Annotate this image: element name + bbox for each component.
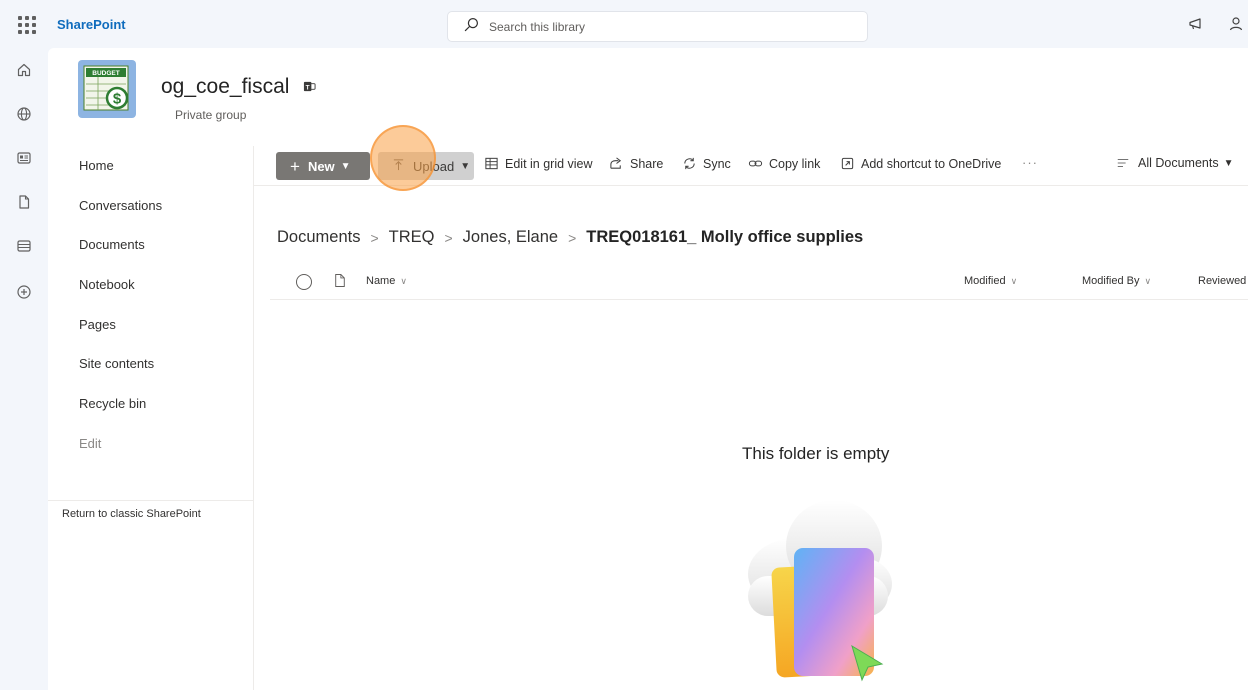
add-icon[interactable] [14,282,34,302]
search-input[interactable] [489,19,849,34]
chevron-right-icon: > [444,229,453,246]
chevron-down-icon: ▼ [460,160,471,172]
select-all-checkbox[interactable] [296,274,312,290]
list-icon[interactable] [14,236,34,256]
edit-grid-view-button[interactable]: Edit in grid view [484,156,593,171]
edit-grid-label: Edit in grid view [505,156,593,171]
svg-text:T: T [306,85,310,92]
share-icon [610,157,622,169]
search-icon [464,17,479,37]
chevron-down-icon: ∨ [400,276,407,286]
share-label: Share [630,156,664,171]
view-label: All Documents [1138,156,1219,170]
sync-label: Sync [703,156,731,171]
breadcrumb-treq[interactable]: TREQ [389,228,435,247]
sharepoint-brand[interactable]: SharePoint [57,17,126,32]
chevron-down-icon: ∨ [1010,276,1018,286]
column-modified-by-label: Modified By [1082,275,1140,287]
nav-home[interactable]: Home [79,158,114,173]
breadcrumb-current-folder: TREQ018161_ Molly office supplies [586,228,864,246]
more-options-icon[interactable]: ··· [1022,155,1038,170]
nav-recycle-bin[interactable]: Recycle bin [79,396,146,411]
column-modified[interactable]: Modified ∨ [964,275,1017,287]
return-to-classic-link[interactable]: Return to classic SharePoint [62,508,201,520]
grid-icon [485,157,498,170]
sync-button[interactable]: Sync [682,156,731,171]
site-logo[interactable]: BUDGET $ [78,60,136,118]
share-button[interactable]: Share [609,156,663,171]
nav-documents[interactable]: Documents [79,237,145,252]
left-navigation: Home Conversations Documents Notebook Pa… [48,146,254,690]
nav-conversations[interactable]: Conversations [79,198,162,213]
site-title[interactable]: og_coe_fiscal T [161,75,316,99]
copy-link-button[interactable]: Copy link [748,156,820,171]
chevron-down-icon: ▼ [1223,157,1234,169]
chevron-down-icon: ∨ [1144,276,1152,286]
new-button[interactable]: + New ▼ [276,152,370,180]
sync-icon [684,157,695,170]
news-icon[interactable] [14,148,34,168]
chevron-down-icon: ▼ [340,160,351,172]
svg-text:$: $ [113,91,122,108]
shortcut-icon [841,157,854,170]
logo-text: BUDGET [92,70,119,77]
file-icon[interactable] [14,192,34,212]
column-modified-label: Modified [964,275,1006,287]
upload-icon [392,158,405,174]
breadcrumb: Documents > TREQ > Jones, Elane > TREQ01… [277,228,863,247]
column-reviewed-label: Reviewed [1198,275,1247,287]
app-launcher-icon[interactable] [16,14,38,36]
upload-label: Upload [413,158,455,174]
nav-divider [48,500,254,501]
search-box[interactable] [447,11,868,42]
column-name[interactable]: Name ∨ [366,275,407,287]
add-shortcut-button[interactable]: Add shortcut to OneDrive [840,156,1001,171]
site-title-text: og_coe_fiscal [161,75,290,98]
view-selector[interactable]: All Documents ▼ [1116,156,1234,170]
site-subtitle: Private group [175,108,247,122]
empty-folder-message: This folder is empty [742,444,890,463]
chevron-right-icon: > [370,229,379,246]
breadcrumb-jones-elane[interactable]: Jones, Elane [463,228,558,247]
column-modified-by[interactable]: Modified By ∨ [1082,275,1151,287]
home-icon[interactable] [14,60,34,80]
command-bar: + New ▼ Upload ▼ Edit in grid view Share… [254,146,1248,186]
nav-notebook[interactable]: Notebook [79,277,135,292]
person-icon[interactable] [1228,16,1244,32]
teams-icon[interactable]: T [303,75,316,99]
link-icon [748,160,763,167]
copy-link-label: Copy link [769,156,821,171]
column-reviewed[interactable]: Reviewed [1198,275,1246,287]
budget-logo-icon: BUDGET $ [83,65,129,111]
add-shortcut-label: Add shortcut to OneDrive [861,156,1002,171]
view-icon [1117,159,1129,167]
empty-folder-illustration [734,496,894,690]
suite-bar: SharePoint [0,0,1248,52]
chevron-right-icon: > [568,229,577,246]
upload-button[interactable]: Upload ▼ [378,152,474,180]
nav-pages[interactable]: Pages [79,317,116,332]
file-type-icon[interactable] [334,273,346,293]
breadcrumb-documents[interactable]: Documents [277,228,360,247]
new-label: New [307,158,335,174]
main-panel: BUDGET $ og_coe_fiscal T Private group H… [48,48,1248,690]
cloud-document-icon [748,500,892,682]
megaphone-icon[interactable] [1188,16,1204,32]
nav-edit[interactable]: Edit [79,436,101,451]
globe-icon[interactable] [14,104,34,124]
nav-site-contents[interactable]: Site contents [79,356,154,371]
column-header-row: Name ∨ Modified ∨ Modified By ∨ Reviewed [270,264,1248,300]
plus-icon: + [290,156,300,176]
app-bar [0,52,48,690]
column-name-label: Name [366,275,396,287]
